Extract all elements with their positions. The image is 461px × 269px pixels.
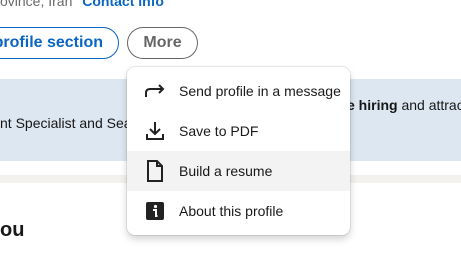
more-button[interactable]: More — [127, 27, 198, 59]
banner-right-rest: and attrac — [397, 97, 461, 113]
banner-left-text: nt Specialist and Sear — [0, 115, 137, 131]
menu-item-label: Send profile in a message — [179, 83, 341, 99]
menu-item-label: Build a resume — [179, 163, 273, 179]
share-arrow-icon — [143, 79, 167, 103]
document-icon — [143, 159, 167, 183]
location-line: ovince, Iran Contact info — [0, 0, 164, 9]
download-icon — [143, 119, 167, 143]
banner-right-text: e hiring and attrac — [347, 97, 461, 113]
menu-item-build-resume[interactable]: Build a resume — [127, 151, 350, 191]
more-dropdown-menu: Send profile in a message Save to PDF Bu… — [127, 67, 350, 235]
menu-item-about-profile[interactable]: About this profile — [127, 191, 350, 231]
location-text: ovince, Iran — [0, 0, 73, 9]
menu-item-save-pdf[interactable]: Save to PDF — [127, 111, 350, 151]
banner-right-bold: e hiring — [347, 97, 398, 113]
contact-info-link[interactable]: Contact info — [82, 0, 164, 9]
menu-item-label: Save to PDF — [179, 123, 259, 139]
menu-item-send-profile[interactable]: Send profile in a message — [127, 71, 350, 111]
menu-item-label: About this profile — [179, 203, 284, 219]
info-icon — [143, 199, 167, 223]
section-heading: ou — [0, 219, 25, 241]
more-button-label: More — [143, 34, 182, 51]
add-profile-section-button[interactable]: profile section — [0, 27, 119, 59]
add-profile-section-label: profile section — [0, 34, 103, 51]
